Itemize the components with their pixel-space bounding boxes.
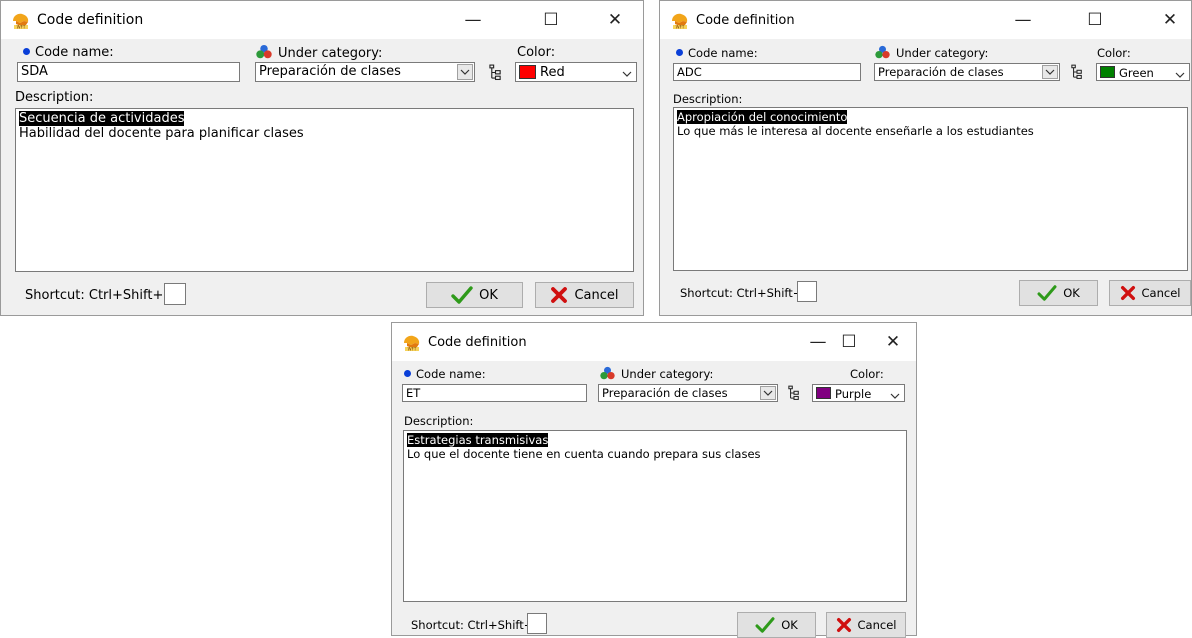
color-name: Purple — [835, 387, 872, 401]
under-category-select[interactable]: Preparación de clases — [255, 62, 475, 82]
ok-button[interactable]: OK — [1019, 280, 1098, 306]
shortcut-label: Shortcut: Ctrl+Shift+ — [25, 288, 164, 303]
title-bar[interactable]: Code definition — ☐ ✕ — [660, 1, 1191, 39]
chevron-down-icon[interactable] — [760, 386, 776, 400]
chevron-down-icon — [622, 71, 632, 77]
code-name-label: Code name: — [676, 46, 758, 60]
window-title: Code definition — [37, 12, 144, 28]
app-icon — [11, 12, 31, 30]
window-title: Code definition — [428, 335, 527, 350]
maximize-button[interactable]: ☐ — [829, 327, 869, 357]
app-icon — [402, 334, 422, 352]
close-button[interactable]: ✕ — [1150, 5, 1190, 35]
description-selected-line: Secuencia de actividades — [19, 111, 185, 126]
color-swatch — [816, 387, 831, 399]
category-icon — [874, 45, 891, 59]
under-category-label: Under category: — [874, 45, 988, 60]
description-line: Lo que más le interesa al docente enseña… — [677, 124, 1034, 138]
checkmark-icon — [755, 617, 775, 633]
required-bullet-icon — [23, 48, 30, 55]
close-button[interactable]: ✕ — [595, 5, 635, 35]
under-category-value: Preparación de clases — [602, 386, 728, 400]
chevron-down-icon[interactable] — [457, 64, 473, 80]
minimize-button[interactable]: — — [453, 5, 493, 35]
color-name: Red — [540, 65, 565, 80]
color-label: Color: — [517, 45, 556, 60]
shortcut-input[interactable] — [164, 283, 186, 305]
chevron-down-icon — [1175, 72, 1185, 78]
color-label: Color: — [1097, 46, 1131, 60]
cancel-button[interactable]: Cancel — [826, 612, 906, 638]
required-bullet-icon — [676, 49, 683, 56]
under-category-value: Preparación de clases — [259, 64, 401, 79]
maximize-button[interactable]: ☐ — [531, 5, 571, 35]
color-swatch — [1100, 66, 1115, 78]
description-selected-line: Estrategias transmisivas — [407, 433, 549, 447]
ok-label: OK — [781, 618, 798, 632]
code-name-label: Code name: — [23, 45, 114, 60]
tree-browse-icon[interactable] — [785, 383, 803, 403]
ok-button[interactable]: OK — [737, 612, 816, 638]
color-name: Green — [1119, 66, 1154, 80]
chevron-down-icon[interactable] — [1042, 65, 1058, 79]
shortcut-input[interactable] — [797, 281, 817, 302]
code-name-label: Code name: — [404, 367, 486, 381]
cancel-button[interactable]: Cancel — [1109, 280, 1191, 306]
tree-browse-icon[interactable] — [486, 62, 504, 82]
x-icon — [836, 617, 852, 633]
color-select[interactable]: Purple — [812, 384, 905, 402]
tree-browse-icon[interactable] — [1068, 62, 1086, 82]
cancel-label: Cancel — [574, 287, 619, 303]
under-category-select[interactable]: Preparación de clases — [598, 384, 778, 402]
description-selected-line: Apropiación del conocimiento — [677, 110, 848, 124]
x-icon — [1120, 285, 1136, 301]
shortcut-label: Shortcut: Ctrl+Shift+ — [411, 618, 534, 632]
color-select[interactable]: Red — [515, 62, 637, 82]
maximize-button[interactable]: ☐ — [1075, 5, 1115, 35]
ok-label: OK — [479, 287, 498, 303]
under-category-label: Under category: — [255, 44, 382, 61]
code-definition-dialog-et: Code definition — ☐ ✕ Code name: ET Unde… — [391, 322, 917, 638]
checkmark-icon — [1037, 285, 1057, 301]
under-category-select[interactable]: Preparación de clases — [874, 63, 1060, 81]
code-name-input[interactable]: ADC — [673, 63, 861, 81]
required-bullet-icon — [404, 370, 411, 377]
description-textarea[interactable]: Apropiación del conocimiento Lo que más … — [673, 107, 1188, 271]
title-bar[interactable]: Code definition — ☐ ✕ — [1, 1, 643, 39]
description-label: Description: — [15, 90, 94, 105]
description-textarea[interactable]: Estrategias transmisivas Lo que el docen… — [403, 430, 907, 602]
code-name-input[interactable]: SDA — [17, 62, 240, 82]
category-icon — [255, 44, 273, 59]
title-bar[interactable]: Code definition — ☐ ✕ — [392, 323, 916, 361]
color-select[interactable]: Green — [1096, 63, 1190, 81]
description-label: Description: — [673, 92, 743, 106]
code-name-input[interactable]: ET — [402, 384, 587, 402]
cancel-label: Cancel — [1141, 286, 1181, 300]
shortcut-label: Shortcut: Ctrl+Shift+ — [680, 286, 803, 300]
description-label: Description: — [404, 414, 474, 428]
ok-button[interactable]: OK — [426, 282, 523, 308]
color-swatch — [519, 65, 536, 79]
ok-label: OK — [1063, 286, 1080, 300]
code-definition-dialog-adc: Code definition — ☐ ✕ Code name: ADC Und… — [659, 0, 1192, 316]
app-icon — [670, 12, 690, 30]
description-line: Habilidad del docente para planificar cl… — [19, 126, 304, 141]
checkmark-icon — [451, 286, 473, 304]
category-icon — [599, 366, 616, 380]
cancel-label: Cancel — [857, 618, 897, 632]
under-category-value: Preparación de clases — [878, 65, 1004, 79]
description-textarea[interactable]: Secuencia de actividades Habilidad del d… — [15, 108, 634, 272]
window-title: Code definition — [696, 13, 795, 28]
minimize-button[interactable]: — — [1003, 5, 1043, 35]
under-category-label: Under category: — [599, 366, 713, 381]
close-button[interactable]: ✕ — [873, 327, 913, 357]
description-line: Lo que el docente tiene en cuenta cuando… — [407, 447, 761, 461]
chevron-down-icon — [890, 393, 900, 399]
cancel-button[interactable]: Cancel — [535, 282, 634, 308]
x-icon — [550, 286, 568, 304]
color-label: Color: — [850, 367, 884, 381]
shortcut-input[interactable] — [527, 613, 547, 634]
code-definition-dialog-sda: Code definition — ☐ ✕ Code name: SDA Und… — [0, 0, 644, 316]
